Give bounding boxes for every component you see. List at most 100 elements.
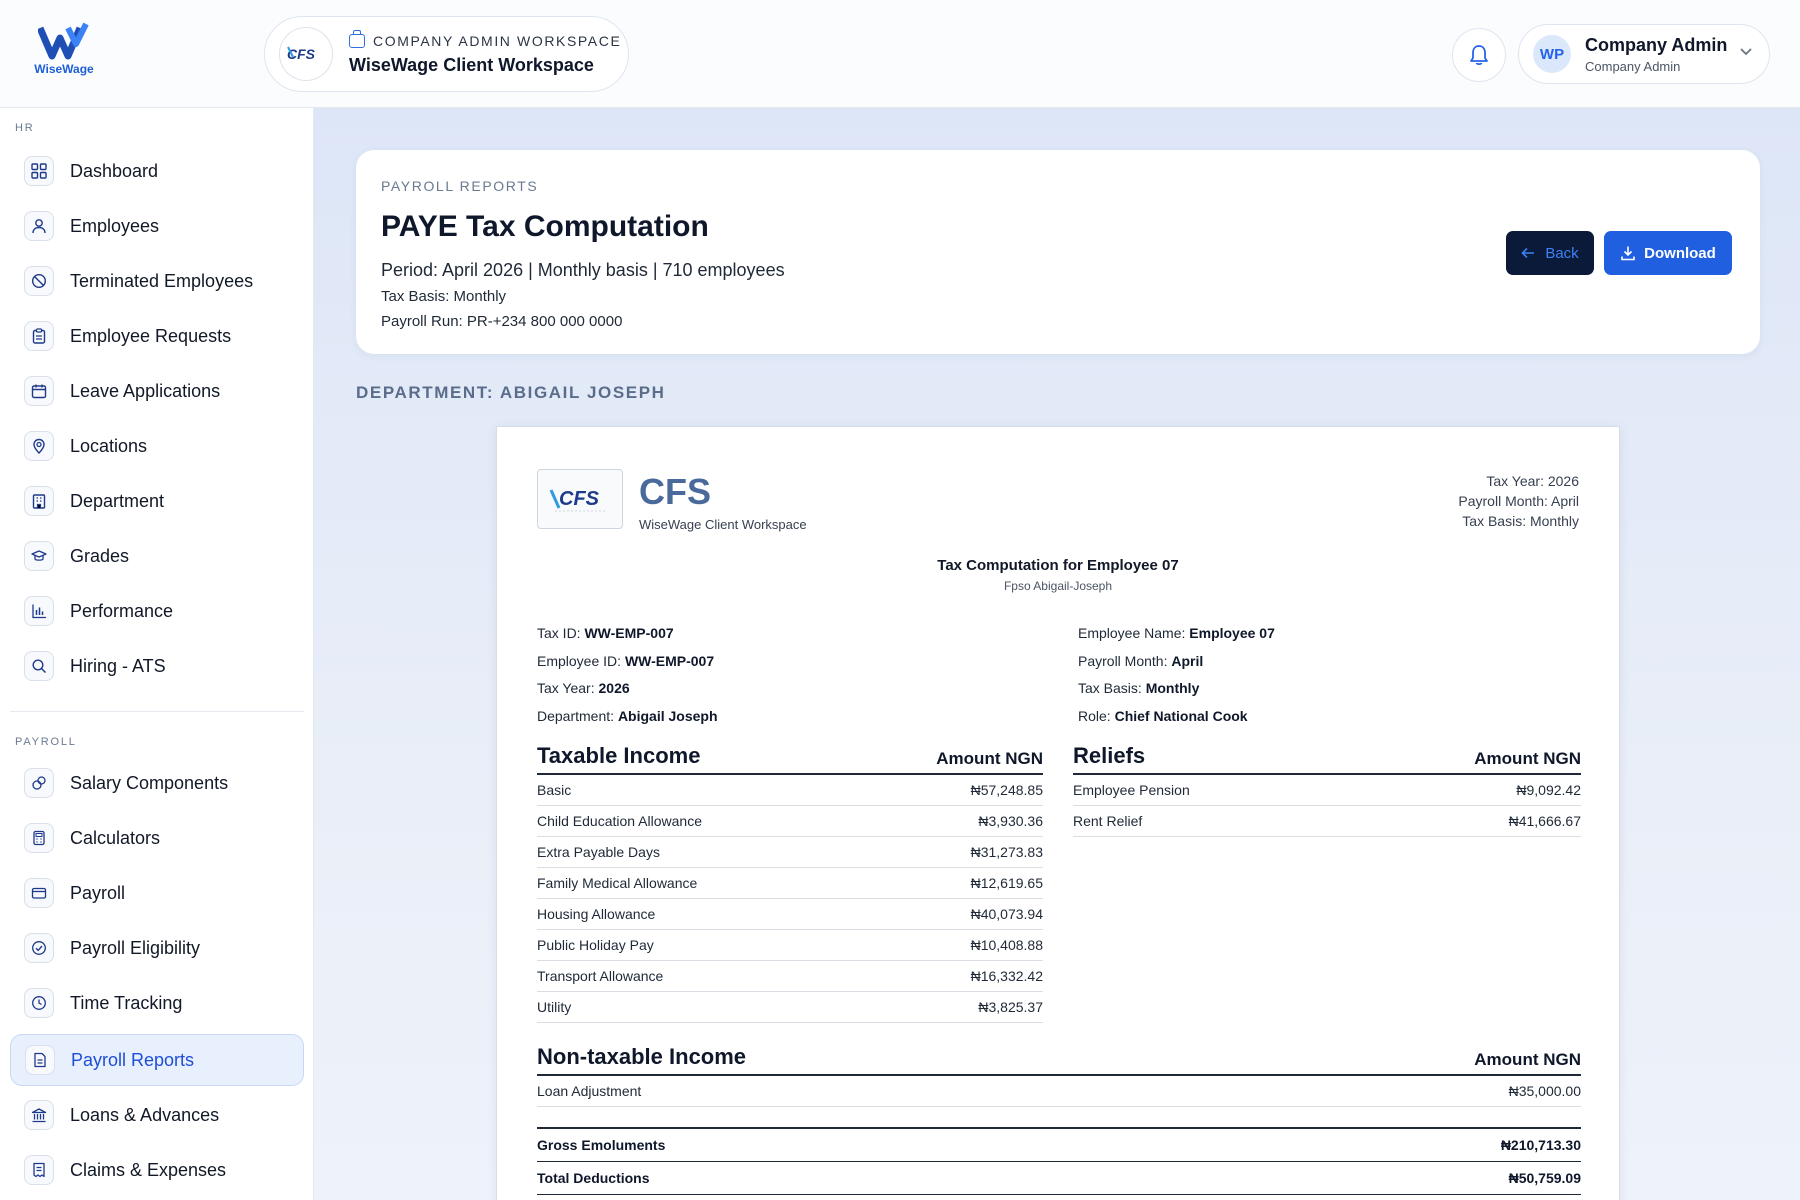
sidebar-item-label: Time Tracking — [70, 992, 183, 1013]
reliefs-table: Reliefs Amount NGN Employee Pension ₦9,09… — [1073, 743, 1581, 837]
main-content: PAYROLL REPORTS PAYE Tax Computation Per… — [314, 108, 1800, 1200]
table-row: Rent Relief ₦41,666.67 — [1073, 806, 1581, 837]
sidebar-item-label: Locations — [70, 435, 148, 456]
location-pin-icon — [24, 431, 54, 461]
sidebar-item-locations[interactable]: Locations — [10, 420, 304, 472]
org-name: CFS — [639, 471, 711, 512]
section-label-payroll: PAYROLL — [15, 736, 77, 748]
svg-text:CFS: CFS — [559, 488, 600, 510]
table-row: Loan Adjustment ₦35,000.00 — [537, 1076, 1581, 1107]
table-row: Basic ₦57,248.85 — [537, 775, 1043, 806]
sidebar-item-performance[interactable]: Performance — [10, 585, 304, 637]
table-row: Transport Allowance ₦16,332.42 — [537, 961, 1043, 992]
info-department: Department: Abigail Joseph — [537, 707, 718, 724]
info-employee-id: Employee ID: WW-EMP-007 — [537, 652, 715, 669]
sidebar: HR Dashboard Employees Terminated Employ… — [0, 108, 314, 1200]
receipt-icon — [24, 1155, 54, 1185]
info-tax-id: Tax ID: WW-EMP-007 — [537, 625, 674, 641]
check-circle-icon — [24, 933, 54, 963]
workspace-logo: CFS — [279, 27, 333, 81]
workspace-eyebrow: COMPANY ADMIN WORKSPACE — [373, 32, 622, 49]
sidebar-item-label: Payroll Eligibility — [70, 937, 201, 958]
taxable-income-title: Taxable Income — [537, 743, 701, 768]
sidebar-item-claims-expenses[interactable]: Claims & Expenses — [10, 1144, 304, 1196]
user-icon — [24, 211, 54, 241]
sidebar-item-label: Dashboard — [70, 160, 159, 181]
report-tax-basis: Tax Basis: Monthly — [381, 288, 507, 305]
sidebar-item-label: Employees — [70, 215, 160, 236]
sidebar-item-salary-components[interactable]: Salary Components — [10, 757, 304, 809]
report-icon — [25, 1045, 55, 1075]
report-payroll-run: Payroll Run: PR-+234 800 000 0000 — [381, 313, 623, 330]
sidebar-item-payroll-reports[interactable]: Payroll Reports — [10, 1034, 304, 1086]
back-button-label: Back — [1545, 244, 1579, 262]
sidebar-item-grades[interactable]: Grades — [10, 530, 304, 582]
table-row: Child Education Allowance ₦3,930.36 — [537, 806, 1043, 837]
table-row: Utility ₦3,825.37 — [537, 992, 1043, 1023]
report-eyebrow: PAYROLL REPORTS — [381, 178, 539, 194]
building-icon — [24, 486, 54, 516]
sidebar-item-label: Leave Applications — [70, 380, 221, 401]
sidebar-item-label: Payroll — [70, 882, 126, 903]
sidebar-item-calculators[interactable]: Calculators — [10, 812, 304, 864]
clock-icon — [24, 988, 54, 1018]
sidebar-item-time-tracking[interactable]: Time Tracking — [10, 977, 304, 1029]
back-button[interactable]: Back — [1506, 231, 1594, 275]
sidebar-item-label: Salary Components — [70, 772, 229, 793]
org-logo: CFS — [537, 469, 623, 529]
sidebar-item-label: Loans & Advances — [70, 1104, 220, 1125]
report-period: Period: April 2026 | Monthly basis | 710… — [381, 260, 785, 280]
taxable-income-table: Taxable Income Amount NGN Basic ₦57,248.8… — [537, 743, 1043, 1023]
sidebar-item-payroll[interactable]: Payroll — [10, 867, 304, 919]
doc-meta-tax-basis: Tax Basis: Monthly — [1462, 513, 1579, 529]
workspace-switcher[interactable]: CFS COMPANY ADMIN WORKSPACE WiseWage Cli… — [264, 16, 629, 92]
table-row: Housing Allowance ₦40,073.94 — [537, 899, 1043, 930]
sidebar-item-employee-requests[interactable]: Employee Requests — [10, 310, 304, 362]
sidebar-item-terminated-employees[interactable]: Terminated Employees — [10, 255, 304, 307]
user-name: Company Admin — [1585, 34, 1728, 55]
user-menu[interactable]: WP Company Admin Company Admin — [1518, 24, 1770, 84]
sidebar-item-label: Calculators — [70, 827, 161, 848]
doc-meta-tax-year: Tax Year: 2026 — [1486, 473, 1579, 489]
table-row: Extra Payable Days ₦31,273.83 — [537, 837, 1043, 868]
brand-logo[interactable]: WiseWage — [28, 22, 100, 76]
tax-computation-document: CFS CFS WiseWage Client Workspace Tax Ye… — [496, 426, 1620, 1200]
sidebar-item-department[interactable]: Department — [10, 475, 304, 527]
amount-header: Amount NGN — [1474, 1050, 1581, 1069]
sidebar-item-employees[interactable]: Employees — [10, 200, 304, 252]
department-heading: DEPARTMENT: ABIGAIL JOSEPH — [356, 383, 666, 402]
sidebar-item-label: Hiring - ATS — [70, 655, 166, 676]
workspace-title: WiseWage Client Workspace — [349, 54, 594, 75]
cfs-logo-icon: CFS — [549, 488, 607, 512]
totals-section: Gross Emoluments ₦210,713.30 Total Deduct… — [537, 1127, 1581, 1195]
sidebar-item-hiring-ats[interactable]: Hiring - ATS — [10, 640, 304, 692]
info-tax-year: Tax Year: 2026 — [537, 680, 630, 696]
doc-subheading: Fpso Abigail-Joseph — [1003, 579, 1113, 593]
wisewage-logo-icon — [38, 22, 89, 60]
sidebar-item-label: Employee Requests — [70, 325, 232, 346]
dashboard-icon — [24, 156, 54, 186]
graduation-cap-icon — [24, 541, 54, 571]
sidebar-item-dashboard[interactable]: Dashboard — [10, 145, 304, 197]
cfs-logo-icon: CFS — [287, 46, 316, 62]
arrow-left-icon — [1521, 247, 1535, 259]
sidebar-item-payroll-eligibility[interactable]: Payroll Eligibility — [10, 922, 304, 974]
total-row-gross-emoluments: Gross Emoluments ₦210,713.30 — [537, 1129, 1581, 1162]
components-icon — [24, 768, 54, 798]
notifications-button[interactable] — [1452, 28, 1506, 82]
table-row: Public Holiday Pay ₦10,408.88 — [537, 930, 1043, 961]
bar-chart-icon — [24, 596, 54, 626]
chevron-down-icon — [1740, 48, 1752, 56]
info-role: Role: Chief National Cook — [1078, 707, 1248, 724]
doc-heading: Tax Computation for Employee 07 — [937, 557, 1179, 574]
sidebar-item-leave-applications[interactable]: Leave Applications — [10, 365, 304, 417]
info-payroll-month: Payroll Month: April — [1078, 652, 1204, 669]
non-taxable-income-table: Non-taxable Income Amount NGN Loan Adjus… — [537, 1044, 1581, 1107]
sidebar-item-label: Payroll Reports — [71, 1049, 195, 1070]
employee-info-right: Employee Name: Employee 07 Payroll Month… — [1078, 620, 1275, 730]
download-button[interactable]: Download — [1604, 231, 1732, 275]
sidebar-divider — [10, 711, 304, 712]
sidebar-item-loans-advances[interactable]: Loans & Advances — [10, 1089, 304, 1141]
card-icon — [24, 878, 54, 908]
table-row: Employee Pension ₦9,092.42 — [1073, 775, 1581, 806]
